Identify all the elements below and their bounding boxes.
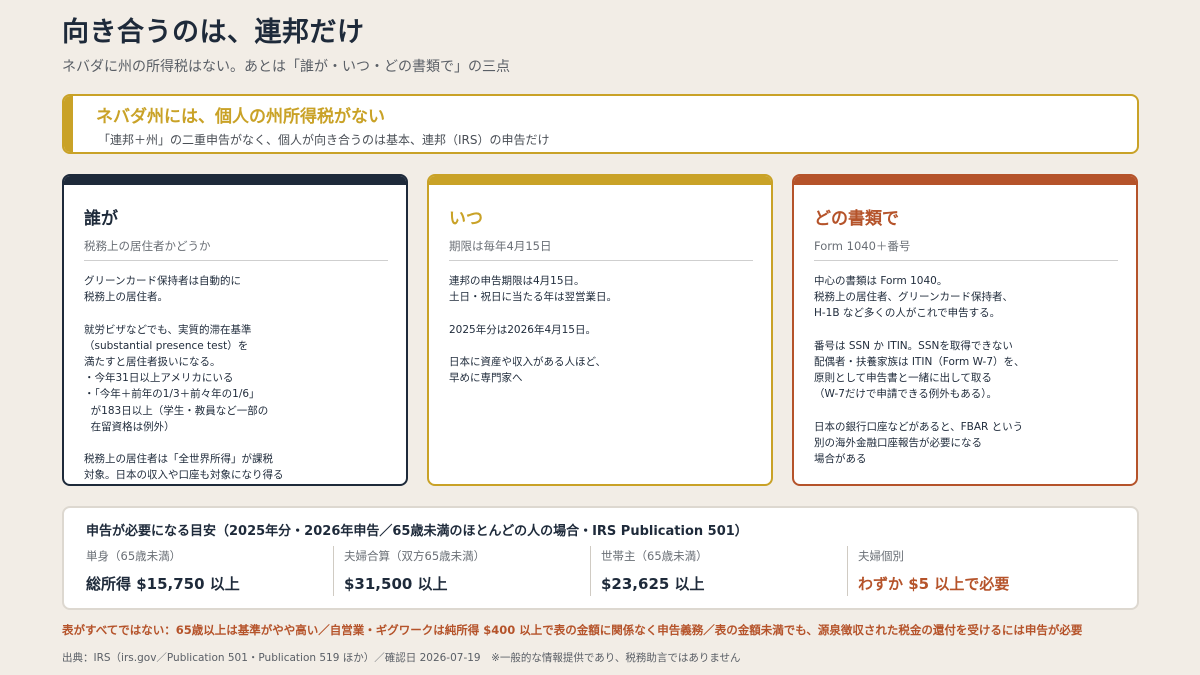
card-body-line: 在留資格は例外）	[84, 420, 175, 433]
banner-accent-bar	[64, 96, 73, 152]
card-body-line	[814, 403, 1122, 419]
card-body-line	[449, 305, 757, 321]
card-subheading: 税務上の居住者かどうか	[84, 239, 211, 253]
card-body-line: が183日以上（学生・教員など一部の	[84, 404, 269, 417]
source-note: 出典：IRS（irs.gov／Publication 501・Publicati…	[62, 652, 741, 664]
card-body-line: 別の海外金融口座報告が必要になる	[814, 437, 982, 449]
warning-note: 表がすべてではない：65歳以上は基準がやや高い／自営業・ギグワークは純所得 $4…	[62, 623, 1083, 637]
card-body-line	[84, 435, 392, 451]
threshold-label: 単身（65歳未満）	[86, 549, 182, 563]
card-body-line: 就労ビザなどでも、実質的滞在基準	[84, 323, 252, 336]
threshold-label: 世帯主（65歳未満）	[601, 549, 708, 563]
threshold-value: 総所得 $15,750 以上	[86, 575, 240, 593]
threshold-value: わずか $5 以上で必要	[858, 575, 1010, 593]
banner-text: 「連邦＋州」の二重申告がなく、個人が向き合うのは基本、連邦（IRS）の申告だけ	[98, 133, 550, 147]
card-accent-bar	[429, 176, 771, 185]
card-body-line: 日本に資産や収入がある人ほど、	[449, 355, 606, 368]
card-body-line: 対象。日本の収入や口座も対象になり得る	[84, 469, 284, 482]
card-body-line: H-1B など多くの人がこれで申告する。	[814, 307, 1001, 320]
card-body-line	[814, 322, 1122, 338]
highlight-banner: ネバダ州には、個人の州所得税がない 「連邦＋州」の二重申告がなく、個人が向き合う…	[62, 94, 1139, 154]
card-body-line: 税務上の居住者。	[84, 291, 168, 304]
page-title: 向き合うのは、連邦だけ	[62, 17, 365, 48]
card-body-line	[449, 338, 757, 354]
card-body-line: 早めに専門家へ	[449, 372, 523, 385]
card-body-line: グリーンカード保持者は自動的に	[84, 275, 241, 287]
card-body-line: 税務上の居住者、グリーンカード保持者、	[814, 291, 1013, 304]
card-body-line: 2025年分は2026年4月15日。	[449, 323, 596, 336]
card-body-line: 場合がある	[814, 453, 867, 466]
card-body-line: ・「今年＋前年の1/3＋前々年の1/6」	[84, 388, 260, 401]
threshold-value: $31,500 以上	[344, 575, 448, 593]
card-body-line: ・今年31日以上アメリカにいる	[84, 372, 234, 385]
threshold-married-joint: 夫婦合算（双方65歳未満） $31,500 以上	[333, 546, 590, 596]
card-when: いつ 期限は毎年4月15日 連邦の申告期限は4月15日。土日・祝日に当たる年は翌…	[427, 174, 773, 486]
threshold-head-of-household: 世帯主（65歳未満） $23,625 以上	[590, 546, 847, 596]
page-subtitle: ネバダに州の所得税はない。あとは「誰が・いつ・どの書類で」の三点	[62, 59, 510, 75]
card-body-line: 日本の銀行口座などがあると、FBAR という	[814, 420, 1024, 433]
card-body-line: 番号は SSN か ITIN。SSNを取得できない	[814, 339, 1013, 352]
card-body-line: （W-7だけで申請できる例外もある）。	[814, 388, 997, 401]
card-body: グリーンカード保持者は自動的に 税務上の居住者。就労ビザなどでも、実質的滞在基準 （…	[84, 273, 392, 484]
card-body: 連邦の申告期限は4月15日。土日・祝日に当たる年は翌営業日。 2025年分は202…	[449, 273, 757, 386]
card-body-line: 連邦の申告期限は4月15日。	[449, 275, 585, 287]
card-body-line	[84, 305, 392, 321]
card-divider	[814, 260, 1118, 261]
card-body-line: 税務上の居住者は「全世界所得」が課税	[84, 453, 273, 466]
card-heading: いつ	[449, 209, 483, 229]
card-divider	[84, 260, 388, 261]
card-who: 誰が 税務上の居住者かどうか グリーンカード保持者は自動的に 税務上の居住者。就労…	[62, 174, 408, 486]
threshold-value: $23,625 以上	[601, 575, 705, 593]
card-heading: どの書類で	[814, 209, 899, 229]
card-subheading: Form 1040＋番号	[814, 239, 911, 253]
card-body-line: 土日・祝日に当たる年は翌営業日。	[449, 291, 617, 304]
card-body-line: 原則として申告書と一緒に出して取る	[814, 372, 992, 385]
filing-threshold-panel: 申告が必要になる目安（2025年分・2026年申告／65歳未満のほとんどの人の場…	[62, 506, 1139, 610]
card-subheading: 期限は毎年4月15日	[449, 239, 552, 253]
card-body-line: 満たすと居住者扱いになる。	[84, 356, 221, 368]
card-body-line: （substantial presence test）を	[84, 339, 249, 352]
threshold-label: 夫婦個別	[858, 549, 904, 563]
card-accent-bar	[64, 176, 406, 185]
threshold-title: 申告が必要になる目安（2025年分・2026年申告／65歳未満のほとんどの人の場…	[86, 524, 748, 539]
card-body-line: 配偶者・扶養家族は ITIN（Form W-7）を、	[814, 356, 1025, 368]
card-divider	[449, 260, 753, 261]
threshold-married-separate: 夫婦個別 わずか $5 以上で必要	[847, 546, 1104, 596]
card-which-form: どの書類で Form 1040＋番号 中心の書類は Form 1040。税務上の…	[792, 174, 1138, 486]
card-body-line: 中心の書類は Form 1040。	[814, 275, 948, 287]
card-heading: 誰が	[84, 209, 118, 229]
card-body: 中心の書類は Form 1040。税務上の居住者、グリーンカード保持者、 H-1B…	[814, 273, 1122, 467]
threshold-label: 夫婦合算（双方65歳未満）	[344, 549, 486, 563]
card-accent-bar	[794, 176, 1136, 185]
banner-title: ネバダ州には、個人の州所得税がない	[96, 107, 385, 127]
threshold-single: 単身（65歳未満） 総所得 $15,750 以上	[76, 546, 333, 596]
